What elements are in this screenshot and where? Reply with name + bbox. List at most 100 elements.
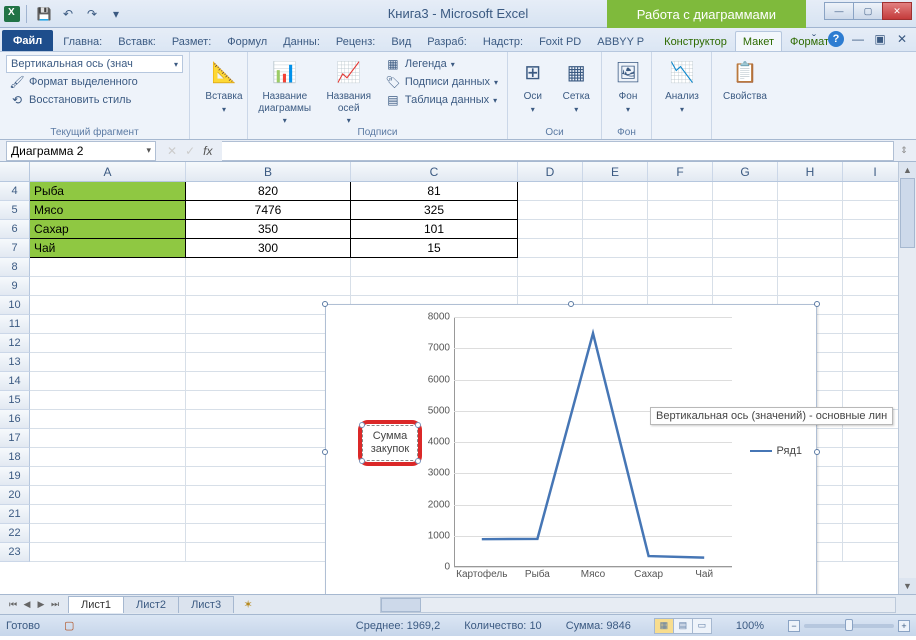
col-header-B[interactable]: B [186, 162, 351, 181]
zoom-slider[interactable] [804, 624, 894, 628]
doc-close-icon[interactable]: ✕ [894, 31, 910, 47]
doc-minimize-icon[interactable]: — [850, 31, 866, 47]
row-header[interactable]: 19 [0, 467, 30, 486]
cell-A19[interactable] [30, 467, 186, 486]
fx-icon[interactable]: fx [203, 144, 212, 158]
cell-C7[interactable]: 15 [351, 239, 518, 258]
scroll-down-icon[interactable]: ▼ [899, 578, 916, 594]
minimize-button[interactable]: — [824, 2, 854, 20]
row-header[interactable]: 7 [0, 239, 30, 258]
cell-F8[interactable] [648, 258, 713, 277]
cell-D9[interactable] [518, 277, 583, 296]
save-icon[interactable]: 💾 [33, 3, 55, 25]
cell-B5[interactable]: 7476 [186, 201, 351, 220]
sheet-tab[interactable]: Лист2 [123, 596, 179, 613]
cell-E8[interactable] [583, 258, 648, 277]
horizontal-scrollbar[interactable] [380, 597, 896, 613]
tab-конструктор[interactable]: Конструктор [656, 31, 735, 51]
cell-D7[interactable] [518, 239, 583, 258]
tab-данны:[interactable]: Данны: [275, 31, 328, 51]
maximize-button[interactable]: ▢ [853, 2, 883, 20]
tab-nav-last-icon[interactable]: ⏭ [48, 599, 62, 610]
col-header-C[interactable]: C [351, 162, 518, 181]
cell-H9[interactable] [778, 277, 843, 296]
cell-A22[interactable] [30, 524, 186, 543]
tab-вставк:[interactable]: Вставк: [110, 31, 164, 51]
analysis-button[interactable]: 📉Анализ [658, 55, 706, 114]
cell-G9[interactable] [713, 277, 778, 296]
tab-разраб:[interactable]: Разраб: [419, 31, 475, 51]
cell-H4[interactable] [778, 182, 843, 201]
cell-A7[interactable]: Чай [30, 239, 186, 258]
row-header[interactable]: 11 [0, 315, 30, 334]
cell-F5[interactable] [648, 201, 713, 220]
cell-A14[interactable] [30, 372, 186, 391]
cell-C6[interactable]: 101 [351, 220, 518, 239]
col-header-F[interactable]: F [648, 162, 713, 181]
axes-button[interactable]: ⊞Оси [514, 55, 552, 125]
cell-H8[interactable] [778, 258, 843, 277]
ribbon-minimize-icon[interactable]: ˇ [806, 31, 822, 47]
cell-A12[interactable] [30, 334, 186, 353]
cell-H6[interactable] [778, 220, 843, 239]
cell-H7[interactable] [778, 239, 843, 258]
zoom-level[interactable]: 100% [736, 620, 764, 632]
help-icon[interactable]: ? [828, 31, 844, 47]
data-table-button[interactable]: ▤Таблица данных [382, 91, 501, 109]
cell-E9[interactable] [583, 277, 648, 296]
chart-object[interactable]: Сумма закупок 01000200030004000500060007… [325, 304, 817, 600]
cell-D5[interactable] [518, 201, 583, 220]
cell-A23[interactable] [30, 543, 186, 562]
cell-B6[interactable]: 350 [186, 220, 351, 239]
cell-D6[interactable] [518, 220, 583, 239]
zoom-in-button[interactable]: + [898, 620, 910, 632]
row-header[interactable]: 8 [0, 258, 30, 277]
macro-record-icon[interactable]: ▢ [64, 619, 74, 632]
cell-A18[interactable] [30, 448, 186, 467]
sheet-tab[interactable]: Лист3 [178, 596, 234, 613]
cell-A21[interactable] [30, 505, 186, 524]
cell-C5[interactable]: 325 [351, 201, 518, 220]
cancel-fx-icon[interactable]: ✕ [167, 144, 177, 158]
scroll-up-icon[interactable]: ▲ [899, 162, 916, 178]
tab-главна:[interactable]: Главна: [55, 31, 110, 51]
cell-A13[interactable] [30, 353, 186, 372]
row-header[interactable]: 12 [0, 334, 30, 353]
cell-C9[interactable] [351, 277, 518, 296]
formula-input[interactable] [222, 141, 894, 161]
cell-E4[interactable] [583, 182, 648, 201]
cell-A16[interactable] [30, 410, 186, 429]
close-button[interactable]: ✕ [882, 2, 912, 20]
cell-A10[interactable] [30, 296, 186, 315]
cell-F6[interactable] [648, 220, 713, 239]
background-button[interactable]: 🖼Фон [608, 55, 648, 114]
tab-надстр:[interactable]: Надстр: [475, 31, 531, 51]
zoom-out-button[interactable]: − [788, 620, 800, 632]
row-header[interactable]: 14 [0, 372, 30, 391]
expand-formula-icon[interactable]: ⇕ [896, 145, 912, 156]
new-sheet-button[interactable]: ✶ [237, 598, 259, 611]
row-header[interactable]: 6 [0, 220, 30, 239]
tab-вид[interactable]: Вид [383, 31, 419, 51]
cell-A6[interactable]: Сахар [30, 220, 186, 239]
col-header-G[interactable]: G [713, 162, 778, 181]
insert-button[interactable]: 📐 Вставка [196, 55, 252, 114]
row-header[interactable]: 22 [0, 524, 30, 543]
reset-style-button[interactable]: ⟲Восстановить стиль [6, 91, 183, 109]
tab-формул[interactable]: Формул [219, 31, 275, 51]
chart-title-button[interactable]: 📊 Название диаграммы [254, 55, 316, 125]
tab-nav-first-icon[interactable]: ⏮ [6, 599, 20, 610]
spreadsheet-grid[interactable]: ABCDEFGHI 4Рыба820815Мясо74763256Сахар35… [0, 162, 916, 594]
cell-G8[interactable] [713, 258, 778, 277]
row-header[interactable]: 15 [0, 391, 30, 410]
cell-F4[interactable] [648, 182, 713, 201]
cell-G6[interactable] [713, 220, 778, 239]
row-header[interactable]: 21 [0, 505, 30, 524]
col-header-D[interactable]: D [518, 162, 583, 181]
tab-реценз:[interactable]: Реценз: [328, 31, 383, 51]
redo-icon[interactable]: ↷ [81, 3, 103, 25]
row-header[interactable]: 13 [0, 353, 30, 372]
cell-G5[interactable] [713, 201, 778, 220]
cell-B9[interactable] [186, 277, 351, 296]
cell-C4[interactable]: 81 [351, 182, 518, 201]
